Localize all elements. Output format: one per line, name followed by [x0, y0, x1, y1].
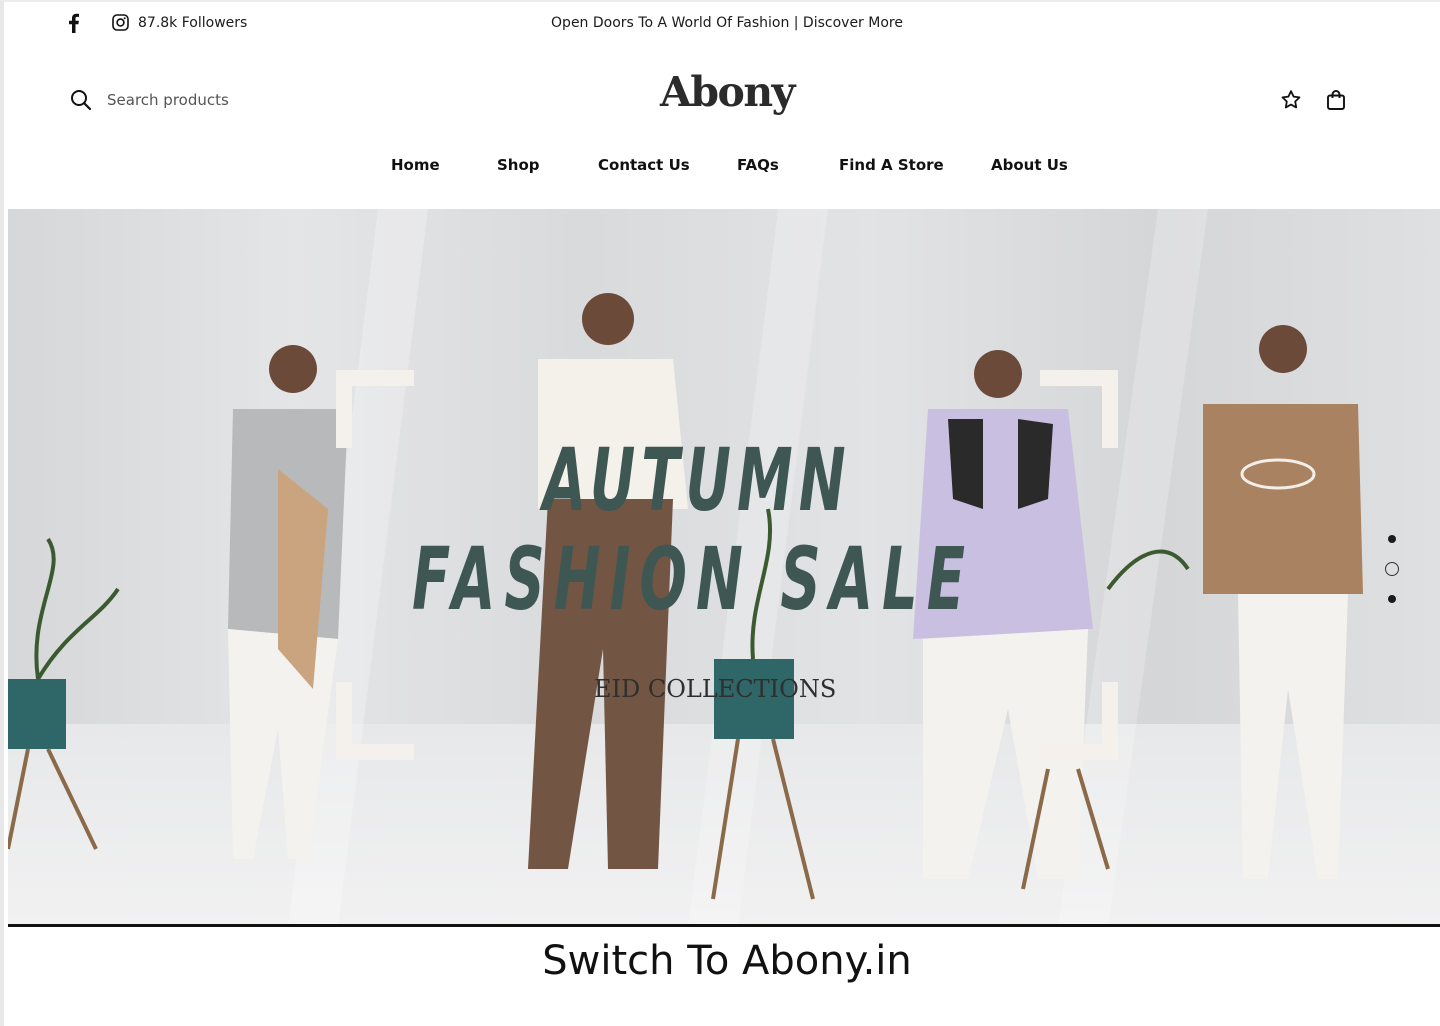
slide-dot-3[interactable]: [1388, 595, 1396, 603]
hero-subtitle: EID COLLECTIONS: [594, 675, 837, 703]
site-logo[interactable]: Abony: [4, 68, 1440, 116]
main-nav: Home Shop Contact Us FAQs Find A Store A…: [4, 156, 1440, 180]
slider-pagination: [1383, 531, 1403, 611]
hero-headline-line2: FASHION SALE: [412, 530, 974, 631]
nav-item-about-us[interactable]: About Us: [991, 156, 1068, 174]
switch-site-banner[interactable]: Switch To Abony.in: [4, 938, 1440, 984]
nav-item-shop[interactable]: Shop: [497, 156, 540, 174]
star-icon[interactable]: [1279, 88, 1303, 112]
hero-headline-line1: AUTUMN: [543, 431, 852, 532]
frame-corner-bottom-left: [336, 682, 414, 760]
frame-corner-top-left: [336, 370, 414, 448]
hero-banner[interactable]: AUTUMN FASHION SALE EID COLLECTIONS: [8, 209, 1440, 927]
page: 87.8k Followers Open Doors To A World Of…: [0, 0, 1440, 1026]
nav-item-home[interactable]: Home: [391, 156, 440, 174]
nav-item-contact-us[interactable]: Contact Us: [598, 156, 690, 174]
slide-dot-1[interactable]: [1388, 535, 1396, 543]
shopping-bag-icon[interactable]: [1324, 88, 1348, 112]
nav-item-faqs[interactable]: FAQs: [737, 156, 779, 174]
slide-dot-2-active[interactable]: [1385, 562, 1399, 576]
announcement-text[interactable]: Open Doors To A World Of Fashion | Disco…: [4, 15, 1440, 31]
nav-item-find-a-store[interactable]: Find A Store: [839, 156, 944, 174]
announcement-bar: 87.8k Followers Open Doors To A World Of…: [4, 2, 1440, 46]
frame-corner-bottom-right: [1040, 682, 1118, 760]
frame-corner-top-right: [1040, 370, 1118, 448]
